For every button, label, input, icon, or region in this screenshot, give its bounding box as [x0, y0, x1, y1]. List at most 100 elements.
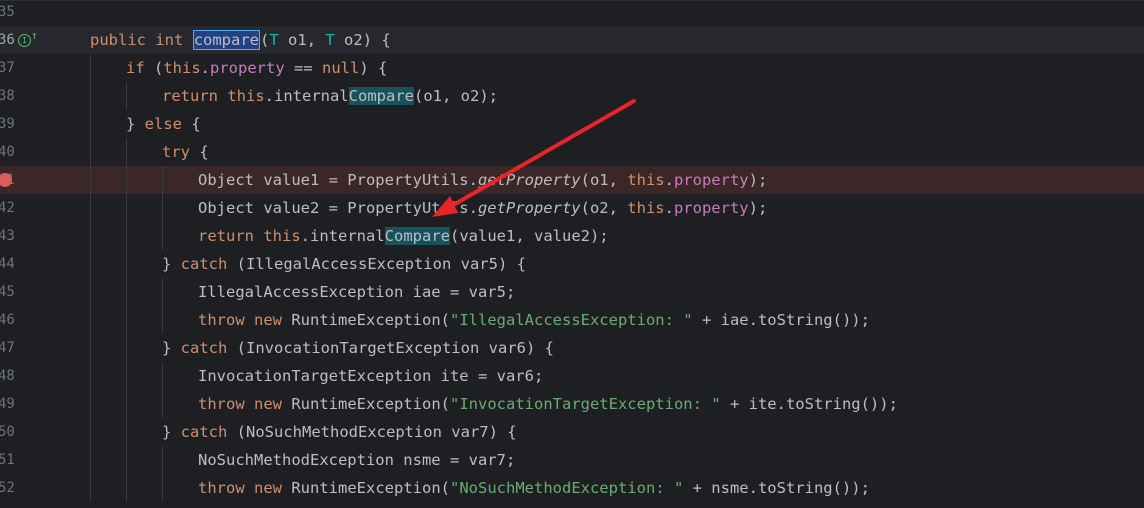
line-number[interactable]: 47	[0, 334, 15, 362]
code-token: ) {	[359, 59, 388, 77]
code-token: .	[664, 199, 674, 217]
indent-guide	[162, 390, 163, 418]
code-token: "IllegalAccessException: "	[450, 311, 693, 329]
code-line[interactable]: 47 } catch (InvocationTargetException var…	[0, 334, 1144, 362]
code-token: (NoSuchMethodException var7) {	[227, 423, 517, 441]
code-line[interactable]: 42 Object value2 = PropertyUtils.getPrope…	[0, 194, 1144, 222]
code-token: {	[190, 143, 209, 161]
code-text[interactable]: NoSuchMethodException nsme = var7;	[198, 446, 515, 474]
code-line[interactable]: 43 return this.internalCompare(value1, va…	[0, 222, 1144, 250]
code-token: throw	[198, 311, 245, 329]
code-token: this	[263, 227, 301, 245]
line-number[interactable]: 44	[0, 250, 15, 278]
line-number[interactable]: 36	[0, 26, 15, 54]
line-number[interactable]: 45	[0, 278, 15, 306]
indent-guide	[126, 418, 127, 446]
indent-guide	[162, 222, 163, 250]
code-line[interactable]: 41Object value1 = PropertyUtils.getPrope…	[0, 166, 1144, 194]
code-text[interactable]: throw new RuntimeException("IllegalAcces…	[198, 306, 870, 334]
code-line[interactable]: 46 throw new RuntimeException("IllegalAcc…	[0, 306, 1144, 334]
code-token: property	[673, 199, 749, 217]
code-text[interactable]: InvocationTargetException ite = var6;	[198, 362, 543, 390]
code-token: (value1, value2);	[450, 227, 609, 245]
line-number[interactable]: 35	[0, 0, 15, 26]
code-token: public	[90, 31, 146, 49]
line-number[interactable]: 52	[0, 474, 15, 502]
override-method-icon[interactable]: I ↑	[18, 29, 38, 49]
code-text[interactable]: IllegalAccessException iae = var5;	[198, 278, 515, 306]
indent-guide	[90, 390, 91, 418]
code-token: new	[254, 395, 283, 413]
selected-method-name: compare	[192, 30, 261, 50]
code-token: null	[322, 59, 360, 77]
highlighted-occurrence: Compare	[384, 227, 450, 245]
code-token: else	[144, 115, 182, 133]
indent-guide	[162, 446, 163, 474]
code-line[interactable]: 49 throw new RuntimeException("Invocation…	[0, 390, 1144, 418]
code-line[interactable]: 48 InvocationTargetException ite = var6;	[0, 362, 1144, 390]
indent-guide	[90, 82, 91, 110]
line-number[interactable]: 49	[0, 390, 15, 418]
code-text[interactable]: } catch (NoSuchMethodException var7) {	[162, 418, 517, 446]
code-line[interactable]: 51 NoSuchMethodException nsme = var7;	[0, 446, 1144, 474]
code-token: );	[748, 199, 768, 217]
indent-guide	[90, 194, 91, 222]
line-number[interactable]: 48	[0, 362, 15, 390]
code-text[interactable]: } catch (InvocationTargetException var6)…	[162, 334, 554, 362]
line-number[interactable]: 46	[0, 306, 15, 334]
highlighted-occurrence: Compare	[348, 87, 414, 105]
line-number[interactable]: 40	[0, 138, 15, 166]
code-text[interactable]: } catch (IllegalAccessException var5) {	[162, 250, 526, 278]
code-line[interactable]: 52 throw new RuntimeException("NoSuchMeth…	[0, 474, 1144, 502]
line-number[interactable]: 51	[0, 446, 15, 474]
code-token: IllegalAccessException iae = var5;	[198, 283, 516, 301]
line-number[interactable]: 42	[0, 194, 15, 222]
line-number[interactable]: 43	[0, 222, 15, 250]
code-text[interactable]: public int compare(T o1, T o2) {	[90, 26, 391, 54]
code-line[interactable]: 37 if (this.property == null) {	[0, 54, 1144, 82]
code-line[interactable]: 40 try {	[0, 138, 1144, 166]
code-token: + nsme.toString());	[683, 479, 870, 497]
code-token: throw	[198, 395, 245, 413]
code-token: if	[126, 59, 145, 77]
indent-guide	[126, 446, 127, 474]
code-text[interactable]: try {	[162, 138, 209, 166]
indent-guide	[90, 166, 91, 194]
code-text[interactable]: return this.internalCompare(o1, o2);	[162, 82, 498, 110]
indent-guide	[90, 138, 91, 166]
code-token: (o2,	[580, 199, 628, 217]
code-line[interactable]: 39 } else {	[0, 110, 1144, 138]
code-token: (o1, o2);	[414, 87, 498, 105]
code-token: new	[254, 479, 283, 497]
code-text[interactable]: throw new RuntimeException("InvocationTa…	[198, 390, 898, 418]
code-token: T	[269, 31, 279, 49]
code-editor[interactable]: 35 36 I ↑ public int compare(T o1, T o2) {37…	[0, 0, 1144, 508]
code-line[interactable]: 35	[0, 0, 1144, 26]
code-token: catch	[180, 423, 228, 441]
code-text[interactable]: throw new RuntimeException("NoSuchMethod…	[198, 474, 870, 502]
line-number[interactable]: 50	[0, 418, 15, 446]
code-token: (o1,	[580, 171, 628, 189]
code-text[interactable]: if (this.property == null) {	[126, 54, 387, 82]
line-number[interactable]: 38	[0, 82, 15, 110]
code-text[interactable]: return this.internalCompare(value1, valu…	[198, 222, 609, 250]
code-text[interactable]: Object value1 = PropertyUtils.getPropert…	[198, 166, 767, 194]
indent-guide	[90, 222, 91, 250]
indent-guide	[126, 166, 127, 194]
code-token: (	[260, 31, 270, 49]
code-line[interactable]: 36 I ↑ public int compare(T o1, T o2) {	[0, 26, 1144, 54]
code-text[interactable]: } else {	[126, 110, 201, 138]
code-line[interactable]: 38 return this.internalCompare(o1, o2);	[0, 82, 1144, 110]
code-text[interactable]: Object value2 = PropertyUtils.getPropert…	[198, 194, 767, 222]
code-line[interactable]: 45 IllegalAccessException iae = var5;	[0, 278, 1144, 306]
code-token: this	[627, 199, 665, 217]
code-line[interactable]: 44 } catch (IllegalAccessException var5) …	[0, 250, 1144, 278]
code-line[interactable]: 50 } catch (NoSuchMethodException var7) {	[0, 418, 1144, 446]
line-number[interactable]: 37	[0, 54, 15, 82]
indent-guide	[162, 306, 163, 334]
line-number[interactable]: 39	[0, 110, 15, 138]
